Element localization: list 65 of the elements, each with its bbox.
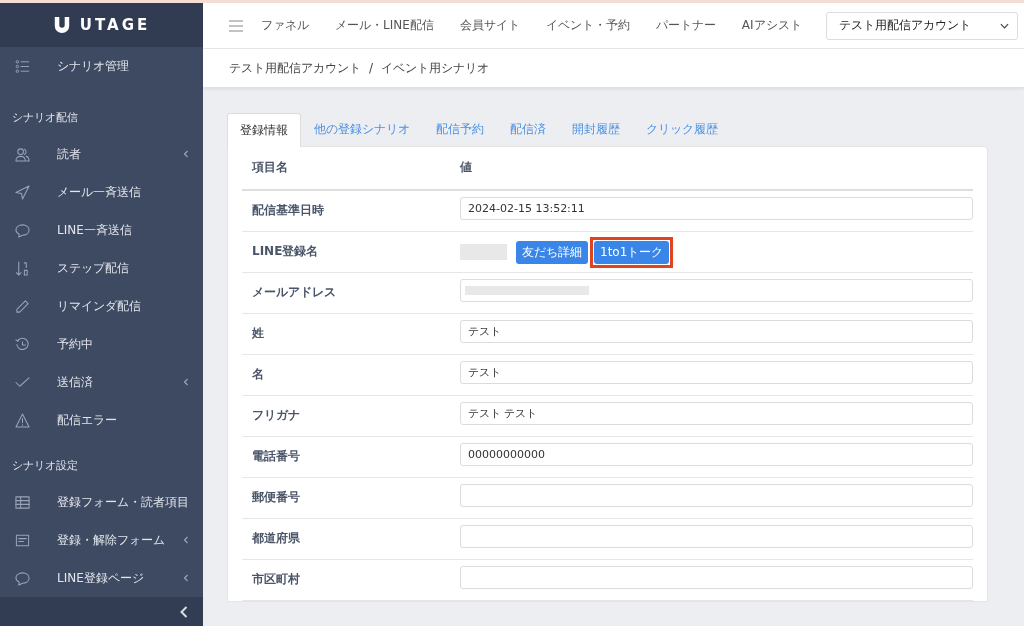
table-icon: [15, 494, 30, 510]
section-heading: シナリオ配信: [11, 110, 79, 125]
field-label: 郵便番号: [251, 489, 301, 506]
column-header: 項目名: [250, 159, 289, 176]
input-field[interactable]: [460, 279, 973, 302]
section-heading: シナリオ設定: [11, 458, 79, 473]
chat-icon: [15, 570, 30, 586]
nav-link[interactable]: メール・LINE配信: [335, 17, 434, 34]
form-icon: [15, 532, 30, 548]
sidebar-item[interactable]: メール一斉送信: [0, 173, 203, 211]
breadcrumb-link[interactable]: テスト用配信アカウント: [229, 59, 361, 77]
tab[interactable]: 登録情報: [227, 113, 301, 147]
sidebar-item[interactable]: シナリオ管理: [0, 47, 203, 85]
column-header: 値: [460, 159, 473, 176]
input-field[interactable]: テスト テスト: [460, 402, 973, 425]
field-label: 姓: [251, 325, 265, 342]
logo-icon: [52, 16, 71, 34]
check-icon: [15, 374, 30, 390]
nav-link[interactable]: パートナー: [655, 17, 716, 34]
menu-icon[interactable]: [229, 19, 243, 32]
nav-link[interactable]: 会員サイト: [459, 17, 520, 34]
pencil-icon: [15, 298, 30, 314]
sidebar-item[interactable]: 送信済: [0, 363, 203, 401]
warning-icon: [15, 412, 30, 428]
input-field[interactable]: テスト: [460, 320, 973, 343]
sidebar-item[interactable]: リマインダ配信: [0, 287, 203, 325]
field-label: LINE登録名: [251, 243, 320, 260]
clock-icon: [15, 336, 30, 352]
field-label: 電話番号: [251, 448, 301, 465]
breadcrumb-separator: /: [369, 61, 374, 75]
input-field[interactable]: テスト: [460, 361, 973, 384]
detail-button[interactable]: 友だち詳細: [516, 240, 588, 264]
sidebar-item[interactable]: 登録・解除フォーム: [0, 521, 203, 559]
account-select[interactable]: テスト用配信アカウント: [825, 11, 1018, 40]
input-field[interactable]: [460, 525, 973, 548]
breadcrumb-link[interactable]: イベント用シナリオ: [381, 59, 490, 77]
chevron-down-icon: [999, 22, 1009, 29]
sidebar-item[interactable]: 登録フォーム・読者項目: [0, 483, 203, 521]
sidebar-item[interactable]: LINE登録ページ: [0, 559, 203, 597]
sidebar-item[interactable]: 予約中: [0, 325, 203, 363]
field-label: 市区町村: [251, 571, 301, 588]
brand-name: UTAGE: [79, 16, 151, 34]
input-field[interactable]: [460, 484, 973, 507]
field-label: 名: [251, 366, 265, 383]
nav-link[interactable]: AIアシスト: [741, 17, 802, 34]
list-icon: [15, 58, 30, 74]
sidebar-item[interactable]: ステップ配信: [0, 249, 203, 287]
field-label: 配信基準日時: [251, 202, 325, 219]
input-field[interactable]: 2024-02-15 13:52:11: [460, 197, 973, 220]
collapse-icon[interactable]: [180, 605, 188, 618]
chat-icon: [15, 222, 30, 238]
field-label: フリガナ: [251, 407, 301, 424]
talk-button[interactable]: 1to1トーク: [594, 240, 670, 264]
input-field[interactable]: 00000000000: [460, 443, 973, 466]
sidebar-item[interactable]: 配信エラー: [0, 401, 203, 439]
users-icon: [15, 146, 30, 162]
sidebar-item[interactable]: LINE一斉送信: [0, 211, 203, 249]
nav-link[interactable]: ファネル: [261, 17, 309, 34]
send-icon: [15, 184, 30, 200]
field-label: メールアドレス: [251, 284, 337, 301]
nav-link[interactable]: イベント・予約: [545, 17, 630, 34]
sort-icon: [15, 260, 30, 276]
sidebar-item[interactable]: 読者: [0, 135, 203, 173]
field-label: 都道府県: [251, 530, 301, 547]
input-field[interactable]: [460, 566, 973, 589]
